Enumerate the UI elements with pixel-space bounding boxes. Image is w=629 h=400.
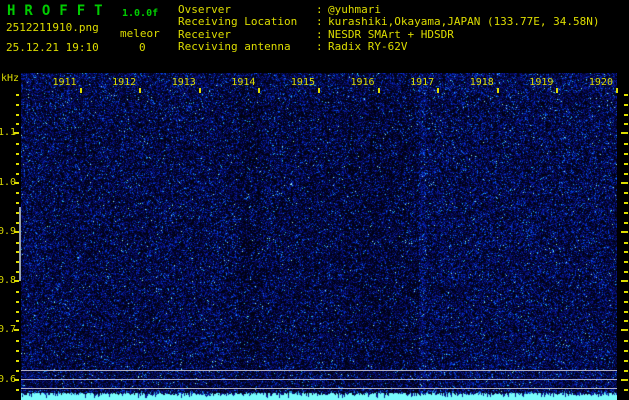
y-minor-tick-right bbox=[624, 290, 628, 293]
y-minor-tick-left bbox=[16, 192, 19, 195]
y-minor-tick-right bbox=[624, 162, 628, 165]
y-minor-tick-right bbox=[624, 340, 628, 343]
y-minor-tick-left bbox=[16, 349, 19, 352]
y-minor-tick-right bbox=[624, 152, 628, 155]
y-minor-tick-right bbox=[624, 261, 628, 264]
time-label: 1917 bbox=[410, 77, 435, 88]
y-minor-tick-right bbox=[624, 143, 628, 146]
y-axis-label: 0.6 bbox=[0, 373, 17, 385]
y-minor-tick-left bbox=[16, 290, 19, 293]
y-minor-tick-right bbox=[624, 123, 628, 126]
time-tick bbox=[616, 88, 618, 93]
reference-line bbox=[21, 370, 617, 371]
y-minor-tick-right bbox=[624, 310, 628, 313]
y-minor-tick-left bbox=[16, 162, 19, 165]
y-minor-tick-right bbox=[624, 212, 628, 215]
y-minor-tick-right bbox=[624, 359, 628, 362]
y-major-tick-right bbox=[621, 181, 628, 184]
y-minor-tick-left bbox=[16, 221, 19, 224]
y-minor-tick-right bbox=[624, 349, 628, 352]
y-minor-tick-right bbox=[624, 103, 628, 106]
y-minor-tick-left bbox=[16, 113, 19, 116]
y-minor-tick-right bbox=[624, 113, 628, 116]
y-major-tick-left bbox=[14, 230, 19, 233]
time-tick bbox=[377, 88, 380, 93]
y-major-tick-left bbox=[14, 378, 19, 381]
time-label: 1915 bbox=[290, 77, 315, 88]
y-minor-tick-right bbox=[624, 172, 628, 175]
hrofft-screen: HROFFT 1.0.0f 2512211910.png meleor 25.1… bbox=[0, 0, 629, 400]
y-minor-tick-left bbox=[16, 152, 19, 155]
y-minor-tick-right bbox=[624, 251, 628, 254]
time-label: 1913 bbox=[171, 77, 196, 88]
time-label: 1920 bbox=[588, 77, 613, 88]
y-minor-tick-right bbox=[624, 300, 628, 303]
y-minor-tick-left bbox=[16, 123, 19, 126]
y-minor-tick-left bbox=[16, 172, 19, 175]
axis-annotations-layer: 1.1 1.0 0.9 0.8 0.7 0.6 1911 1912 1913 1914 1915 19… bbox=[0, 0, 629, 400]
y-minor-tick-right bbox=[624, 192, 628, 195]
y-minor-tick-left bbox=[16, 202, 19, 205]
time-label: 1912 bbox=[112, 77, 137, 88]
time-label: 1919 bbox=[529, 77, 554, 88]
y-minor-tick-left bbox=[16, 389, 19, 392]
y-minor-tick-left bbox=[16, 143, 19, 146]
y-minor-tick-left bbox=[16, 103, 19, 106]
time-label: 1916 bbox=[350, 77, 375, 88]
y-axis-label: 1.1 bbox=[0, 127, 17, 139]
y-minor-tick-right bbox=[624, 202, 628, 205]
y-minor-tick-left bbox=[16, 320, 19, 323]
y-minor-tick-left bbox=[16, 251, 19, 254]
y-major-tick-right bbox=[621, 329, 628, 332]
time-tick bbox=[258, 88, 261, 93]
reference-line bbox=[21, 388, 617, 389]
y-minor-tick-right bbox=[624, 320, 628, 323]
y-major-tick-left bbox=[14, 132, 19, 135]
y-axis-label: 0.7 bbox=[0, 324, 17, 336]
y-minor-tick-left bbox=[16, 359, 19, 362]
time-tick bbox=[496, 88, 499, 93]
y-major-tick-left bbox=[14, 329, 19, 332]
y-major-tick-right bbox=[621, 132, 628, 135]
y-axis-label: 1.0 bbox=[0, 176, 17, 188]
y-minor-tick-left bbox=[16, 241, 19, 244]
y-axis-label: 0.9 bbox=[0, 225, 17, 237]
time-tick bbox=[79, 88, 82, 93]
y-minor-tick-right bbox=[624, 241, 628, 244]
reference-line bbox=[21, 379, 617, 380]
time-tick bbox=[437, 88, 440, 93]
y-minor-tick-left bbox=[16, 300, 19, 303]
y-major-tick-right bbox=[621, 378, 628, 381]
time-label: 1918 bbox=[469, 77, 494, 88]
y-minor-tick-left bbox=[16, 369, 19, 372]
y-minor-tick-right bbox=[624, 389, 628, 392]
y-axis-label: 0.8 bbox=[0, 275, 17, 286]
time-label: 1911 bbox=[52, 77, 77, 88]
time-tick bbox=[198, 88, 201, 93]
time-tick bbox=[139, 88, 142, 93]
y-major-tick-right bbox=[621, 280, 628, 282]
time-tick bbox=[318, 88, 320, 93]
y-major-tick-right bbox=[621, 230, 628, 233]
y-minor-tick-left bbox=[16, 340, 19, 343]
y-minor-tick-right bbox=[624, 271, 628, 274]
y-major-tick-left bbox=[14, 181, 19, 184]
y-major-tick-left bbox=[14, 280, 19, 282]
y-minor-tick-left bbox=[16, 261, 19, 264]
time-tick bbox=[556, 88, 559, 93]
y-minor-tick-left bbox=[16, 212, 19, 215]
y-minor-tick-right bbox=[624, 93, 628, 96]
y-minor-tick-left bbox=[16, 310, 19, 313]
time-label: 1914 bbox=[231, 77, 256, 88]
y-minor-tick-left bbox=[16, 271, 19, 274]
y-minor-tick-right bbox=[624, 369, 628, 372]
y-minor-tick-left bbox=[16, 93, 19, 96]
y-minor-tick-right bbox=[624, 221, 628, 224]
